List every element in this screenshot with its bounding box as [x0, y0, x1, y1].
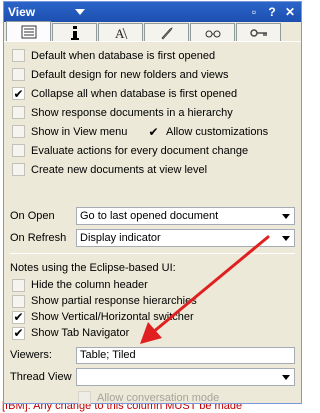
close-button[interactable]: ✕: [283, 5, 297, 19]
tab-font[interactable]: A: [98, 23, 143, 41]
basics-panel: Default when database is first opened De…: [4, 42, 301, 411]
chevron-down-icon[interactable]: [282, 214, 290, 219]
option-partial-hier[interactable]: Show partial response hierarchies: [10, 293, 295, 309]
chevron-down-icon[interactable]: [282, 236, 290, 241]
option-label: Collapse all when database is first open…: [31, 87, 238, 100]
key-icon: [249, 28, 267, 37]
option-label: Hide the column header: [31, 279, 148, 291]
checkbox-tab-nav[interactable]: ✔: [12, 326, 25, 340]
option-row-menu-custom: Show in View menu ✔ Allow customizations: [10, 122, 295, 141]
option-label: Allow customizations: [166, 125, 269, 138]
option-default-open[interactable]: Default when database is first opened: [10, 46, 295, 65]
option-label: Show Vertical/Horizontal switcher: [31, 311, 194, 323]
checkbox-allow-conversation[interactable]: [78, 391, 91, 404]
info-icon: [70, 25, 79, 40]
on-open-label: On Open: [10, 210, 55, 222]
tab-security[interactable]: [236, 23, 281, 41]
option-label: Evaluate actions for every document chan…: [31, 144, 249, 157]
pin-button[interactable]: ▫: [247, 5, 261, 19]
view-properties-window: View ▫ ? ✕ A Default when database is fi…: [3, 1, 302, 404]
font-icon: A: [115, 26, 127, 40]
eyeglasses-icon: [205, 30, 220, 37]
eclipse-heading: Notes using the Eclipse-based UI:: [10, 261, 176, 274]
thread-view-select[interactable]: [76, 368, 295, 386]
viewers-row: Viewers: Table; Tiled: [10, 344, 295, 366]
on-open-select[interactable]: Go to last opened document: [76, 207, 295, 225]
option-label: Default when database is first opened: [31, 49, 216, 62]
checkbox-evaluate-actions[interactable]: [12, 144, 25, 157]
title-bar: View ▫ ? ✕: [4, 2, 301, 22]
checkbox-partial-hier[interactable]: [12, 294, 25, 308]
checkbox-allow-customizations[interactable]: ✔: [147, 125, 160, 138]
tab-basics[interactable]: [6, 21, 51, 41]
tab-launch[interactable]: [144, 23, 189, 41]
checkbox-hide-header[interactable]: [12, 278, 25, 292]
on-open-value: Go to last opened document: [80, 210, 219, 222]
checkbox-collapse-all[interactable]: ✔: [12, 87, 25, 100]
thread-view-label: Thread View: [10, 371, 72, 383]
title-dropdown-icon[interactable]: [75, 9, 86, 15]
option-response-hierarchy[interactable]: Show response documents in a hierarchy: [10, 103, 295, 122]
checkbox-default-design[interactable]: [12, 68, 25, 81]
option-collapse-all[interactable]: ✔ Collapse all when database is first op…: [10, 84, 295, 103]
divider: [10, 253, 295, 254]
option-label: Show partial response hierarchies: [31, 295, 197, 307]
checkbox-switcher[interactable]: ✔: [12, 310, 25, 324]
option-tab-nav[interactable]: ✔ Show Tab Navigator: [10, 325, 295, 341]
rocket-icon: [161, 26, 173, 40]
help-button[interactable]: ?: [265, 5, 279, 19]
checkbox-default-open[interactable]: [12, 49, 25, 62]
option-label: Show in View menu: [31, 125, 128, 138]
thread-view-row: Thread View: [10, 366, 295, 388]
on-refresh-row: On Refresh Display indicator: [10, 227, 295, 249]
on-refresh-label: On Refresh: [10, 232, 67, 244]
option-label: Default design for new folders and views: [31, 68, 229, 81]
on-refresh-value: Display indicator: [80, 232, 161, 244]
list-icon: [21, 25, 36, 38]
option-evaluate-actions[interactable]: Evaluate actions for every document chan…: [10, 141, 295, 160]
viewers-value: Table; Tiled: [80, 349, 136, 361]
checkbox-show-in-menu[interactable]: [12, 125, 25, 138]
option-create-new-docs[interactable]: Create new documents at view level: [10, 160, 295, 179]
checkbox-create-new-docs[interactable]: [12, 163, 25, 176]
option-label: Show Tab Navigator: [31, 327, 130, 339]
option-label: Allow conversation mode: [97, 391, 220, 404]
viewers-label: Viewers:: [10, 349, 52, 361]
tab-strip: A: [4, 21, 301, 42]
tab-info[interactable]: [52, 23, 97, 41]
option-allow-conversation[interactable]: Allow conversation mode: [10, 388, 295, 407]
eclipse-heading-row: Notes using the Eclipse-based UI:: [10, 258, 295, 277]
option-default-design[interactable]: Default design for new folders and views: [10, 65, 295, 84]
option-hide-header[interactable]: Hide the column header: [10, 277, 295, 293]
on-refresh-select[interactable]: Display indicator: [76, 229, 295, 247]
checkbox-response-hierarchy[interactable]: [12, 106, 25, 119]
tab-style[interactable]: [190, 23, 235, 41]
on-open-row: On Open Go to last opened document: [10, 205, 295, 227]
option-label: Show response documents in a hierarchy: [31, 106, 233, 119]
window-title: View: [8, 5, 36, 19]
viewers-input[interactable]: Table; Tiled: [76, 346, 295, 364]
chevron-down-icon[interactable]: [282, 375, 290, 380]
option-switcher[interactable]: ✔ Show Vertical/Horizontal switcher: [10, 309, 295, 325]
option-label: Create new documents at view level: [31, 163, 208, 176]
